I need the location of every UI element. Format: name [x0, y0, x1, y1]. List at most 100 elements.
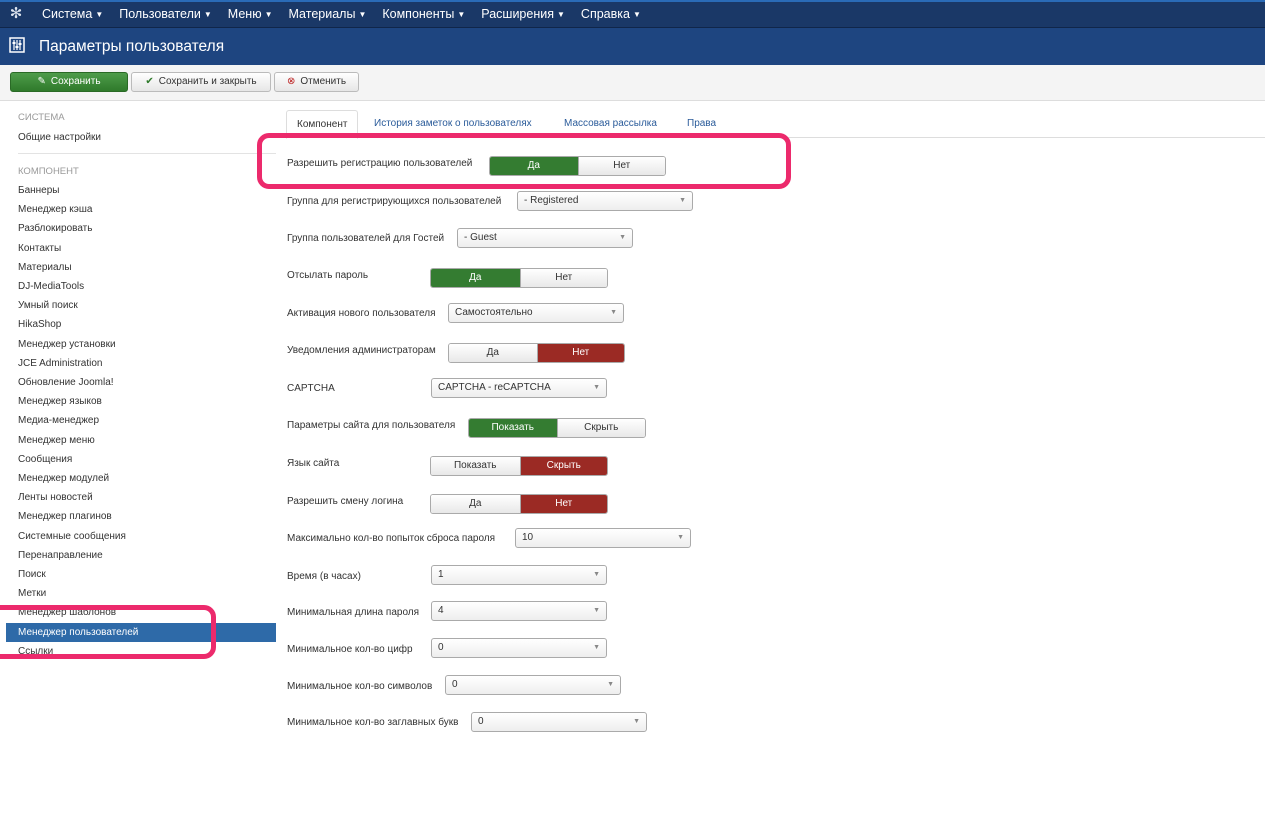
sidebar-item[interactable]: JCE Administration — [6, 354, 276, 373]
min-length-select[interactable]: 4 ▼ — [431, 601, 607, 621]
dropdown-arrow-icon: ▼ — [593, 384, 600, 391]
tab-permissions[interactable]: Права — [677, 110, 726, 138]
allow-registration-label: Разрешить регистрацию пользователей — [287, 158, 473, 169]
send-password-yes[interactable]: Да — [431, 269, 520, 287]
main-menu: Система ▼ Пользователи ▼ Меню ▼ Материалы ▼ … — [34, 0, 649, 28]
frontend-params-show[interactable]: Показать — [469, 419, 557, 437]
change-login-no[interactable]: Нет — [519, 495, 607, 513]
sidebar-item[interactable]: Баннеры — [6, 181, 276, 200]
tab-user-notes-history[interactable]: История заметок о пользователях — [364, 110, 542, 138]
dropdown-arrow-icon: ▼ — [593, 607, 600, 614]
joomla-logo-icon[interactable]: ✻ — [8, 6, 24, 22]
sidebar-item[interactable]: Поиск — [6, 565, 276, 584]
caret-down-icon: ▼ — [358, 10, 367, 19]
menu-components[interactable]: Компоненты ▼ — [374, 0, 473, 28]
sidebar-section-component: КОМПОНЕНТ — [18, 166, 79, 177]
captcha-label: CAPTCHA — [287, 383, 335, 394]
sidebar-item[interactable]: Умный поиск — [6, 296, 276, 315]
top-navbar: ✻ Система ▼ Пользователи ▼ Меню ▼ Материалы… — [0, 0, 1265, 28]
min-digits-label: Минимальное кол-во цифр — [287, 644, 413, 655]
allow-registration-toggle: Да Нет — [489, 156, 666, 176]
sidebar-item[interactable]: Разблокировать — [6, 219, 276, 238]
dropdown-arrow-icon: ▼ — [619, 234, 626, 241]
sidebar-item[interactable]: Системные сообщения — [6, 527, 276, 546]
page-title: Параметры пользователя — [39, 38, 225, 55]
dropdown-arrow-icon: ▼ — [593, 644, 600, 651]
sidebar-item[interactable]: Ссылки — [6, 642, 276, 661]
page-header: Параметры пользователя — [0, 28, 1265, 65]
sidebar-item[interactable]: Менеджер языков — [6, 392, 276, 411]
sidebar-item[interactable]: Сообщения — [6, 450, 276, 469]
allow-registration-yes[interactable]: Да — [490, 157, 578, 175]
sidebar-item[interactable]: Метки — [6, 584, 276, 603]
tab-mass-mail[interactable]: Массовая рассылка — [554, 110, 667, 138]
sidebar-item[interactable]: Медиа-менеджер — [6, 411, 276, 430]
change-login-label: Разрешить смену логина — [287, 496, 404, 507]
min-upper-select[interactable]: 0 ▼ — [471, 712, 647, 732]
sidebar-item[interactable]: Менеджер установки — [6, 335, 276, 354]
menu-help[interactable]: Справка ▼ — [573, 0, 649, 28]
sidebar-item[interactable]: Материалы — [6, 258, 276, 277]
menu-content[interactable]: Материалы ▼ — [281, 0, 375, 28]
cancel-circle-icon: ⊗ — [286, 76, 296, 87]
caret-down-icon: ▼ — [95, 10, 104, 19]
menu-menus[interactable]: Меню ▼ — [220, 0, 281, 28]
sidebar-item[interactable]: Ленты новостей — [6, 488, 276, 507]
caret-down-icon: ▼ — [264, 10, 273, 19]
frontend-params-toggle: Показать Скрыть — [468, 418, 646, 438]
reset-count-select[interactable]: 10 ▼ — [515, 528, 691, 548]
sidebar-item-general-settings[interactable]: Общие настройки — [6, 128, 276, 147]
sidebar-item[interactable]: Менеджер меню — [6, 431, 276, 450]
menu-system[interactable]: Система ▼ — [34, 0, 111, 28]
captcha-select[interactable]: CAPTCHA - reCAPTCHA ▼ — [431, 378, 607, 398]
allow-registration-no[interactable]: Нет — [577, 157, 665, 175]
change-login-yes[interactable]: Да — [431, 495, 520, 513]
sidebar-item[interactable]: Менеджер шаблонов — [6, 603, 276, 622]
tab-component[interactable]: Компонент — [286, 110, 359, 139]
sidebar-item[interactable]: Менеджер плагинов — [6, 507, 276, 526]
reset-count-label: Максимально кол-во попыток сброса пароля — [287, 533, 496, 544]
notify-admins-no[interactable]: Нет — [536, 344, 624, 362]
sidebar-divider — [18, 153, 276, 154]
reset-time-select[interactable]: 1 ▼ — [431, 565, 607, 585]
save-button[interactable]: ✎ Сохранить — [10, 72, 128, 92]
sidebar-item[interactable]: Менеджер пользователей — [6, 622, 276, 642]
cancel-button[interactable]: ⊗ Отменить — [274, 72, 359, 92]
min-digits-select[interactable]: 0 ▼ — [431, 638, 607, 658]
sidebar-item[interactable]: Контакты — [6, 239, 276, 258]
sidebar-item[interactable]: Перенаправление — [6, 546, 276, 565]
guest-group-select[interactable]: - Guest ▼ — [457, 228, 633, 248]
checkmark-icon: ✔ — [145, 76, 154, 87]
sidebar-item[interactable]: Менеджер кэша — [6, 200, 276, 219]
frontend-params-hide[interactable]: Скрыть — [556, 419, 645, 437]
tabs-bar: Компонент История заметок о пользователя… — [286, 108, 1265, 139]
sidebar-item[interactable]: DJ-MediaTools — [6, 277, 276, 296]
menu-extensions[interactable]: Расширения ▼ — [473, 0, 573, 28]
reset-time-label: Время (в часах) — [287, 571, 361, 582]
equalizer-icon — [9, 37, 25, 53]
menu-users[interactable]: Пользователи ▼ — [111, 0, 220, 28]
dropdown-arrow-icon: ▼ — [610, 309, 617, 316]
edit-icon: ✎ — [37, 76, 46, 87]
sidebar-item[interactable]: HikaShop — [6, 315, 276, 334]
site-language-hide[interactable]: Скрыть — [519, 457, 607, 475]
save-and-close-button[interactable]: ✔ Сохранить и закрыть — [131, 72, 271, 92]
dropdown-arrow-icon: ▼ — [679, 197, 686, 204]
frontend-params-label: Параметры сайта для пользователя — [287, 420, 456, 431]
sidebar-item[interactable]: Обновление Joomla! — [6, 373, 276, 392]
change-login-toggle: Да Нет — [430, 494, 608, 514]
notify-admins-yes[interactable]: Да — [449, 344, 537, 362]
sidebar-item[interactable]: Менеджер модулей — [6, 469, 276, 488]
guest-group-label: Группа пользователей для Гостей — [287, 233, 445, 244]
site-language-toggle: Показать Скрыть — [430, 456, 608, 476]
caret-down-icon: ▼ — [632, 10, 641, 19]
new-user-group-select[interactable]: - Registered ▼ — [517, 191, 693, 211]
min-symbols-select[interactable]: 0 ▼ — [445, 675, 621, 695]
sidebar-section-system: СИСТЕМА — [18, 112, 65, 123]
dropdown-arrow-icon: ▼ — [633, 718, 640, 725]
activation-select[interactable]: Самостоятельно ▼ — [448, 303, 624, 323]
send-password-label: Отсылать пароль — [287, 270, 369, 281]
send-password-no[interactable]: Нет — [519, 269, 607, 287]
site-language-label: Язык сайта — [287, 458, 340, 469]
site-language-show[interactable]: Показать — [431, 457, 520, 475]
